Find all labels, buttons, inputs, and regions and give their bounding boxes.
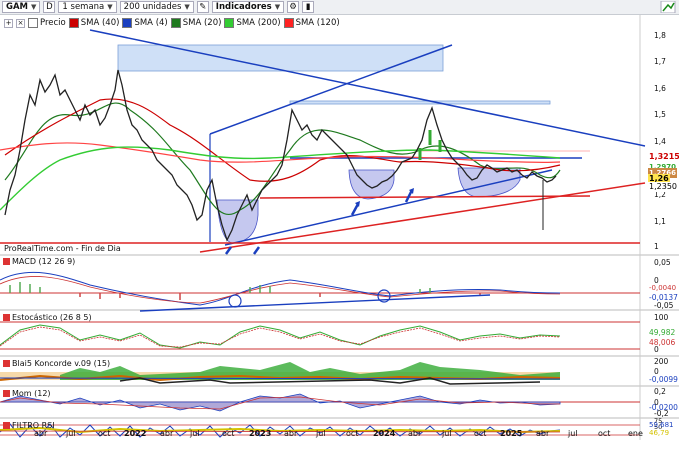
resistance-zone[interactable] bbox=[117, 44, 444, 72]
price-axis[interactable]: 1,8 1,7 1,6 1,5 1,4 1,2 1,1 1 bbox=[640, 15, 679, 255]
stochastic-k-value: 49,982 bbox=[649, 328, 676, 337]
price-chart[interactable] bbox=[0, 0, 679, 467]
axis-tick: 2022 bbox=[124, 429, 147, 438]
macd-panel-title[interactable]: MACD (12 26 9) bbox=[3, 257, 75, 266]
arrow-icon bbox=[252, 246, 261, 255]
macd-value: -0,0040 bbox=[649, 284, 677, 292]
axis-tick: 1 bbox=[654, 242, 659, 251]
axis-tick: oct bbox=[222, 429, 235, 438]
price-value: 1,3215 bbox=[648, 152, 679, 162]
axis-tick: jul bbox=[316, 429, 326, 438]
axis-tick: abr bbox=[284, 429, 298, 438]
axis-tick: oct bbox=[346, 429, 359, 438]
base-zone bbox=[348, 169, 395, 200]
axis-tick: jul bbox=[190, 429, 200, 438]
koncorde-value: -0,0099 bbox=[649, 375, 678, 384]
axis-tick: abr bbox=[160, 429, 174, 438]
axis-tick: 1,6 bbox=[654, 84, 666, 93]
base-zone bbox=[216, 199, 259, 244]
trend-line[interactable] bbox=[199, 182, 646, 253]
momentum-value: -0,0200 bbox=[649, 403, 678, 412]
koncorde-panel-title[interactable]: Blai5 Koncorde v.09 (15) bbox=[3, 359, 110, 368]
axis-tick: jul bbox=[568, 429, 578, 438]
axis-tick: abr bbox=[408, 429, 422, 438]
axis-tick: jul bbox=[442, 429, 452, 438]
axis-tick: 2025 bbox=[500, 429, 523, 438]
momentum-panel-title[interactable]: Mom (12) bbox=[3, 389, 51, 398]
axis-tick: oct bbox=[598, 429, 611, 438]
source-label: ProRealTime.com - Fin de Dia bbox=[4, 244, 121, 253]
axis-tick: 2024 bbox=[373, 429, 396, 438]
axis-tick: oct bbox=[474, 429, 487, 438]
axis-tick: 1,4 bbox=[654, 137, 666, 146]
price-line bbox=[4, 69, 557, 242]
time-axis[interactable]: abr jul oct 2022 abr jul oct 2023 abr ju… bbox=[0, 429, 643, 441]
price-value: 1,2350 bbox=[648, 182, 678, 192]
axis-tick: abr bbox=[536, 429, 550, 438]
macd-signal-value: -0,0137 bbox=[649, 293, 678, 302]
axis-tick: oct bbox=[98, 429, 111, 438]
axis-tick: 2023 bbox=[249, 429, 272, 438]
axis-tick: jul bbox=[66, 429, 76, 438]
axis-tick: 1,7 bbox=[654, 57, 666, 66]
horizontal-line[interactable] bbox=[259, 195, 591, 199]
axis-tick: ene bbox=[628, 429, 643, 438]
axis-tick: 1,8 bbox=[654, 31, 666, 40]
stochastic-panel-title[interactable]: Estocástico (26 8 5) bbox=[3, 313, 92, 322]
axis-tick: 1,1 bbox=[654, 217, 666, 226]
axis-tick: abr bbox=[34, 429, 48, 438]
rsi-signal-value: 46,79 bbox=[649, 429, 670, 437]
stochastic-d-value: 48,006 bbox=[649, 338, 676, 347]
arrow-icon bbox=[350, 203, 360, 216]
base-zone bbox=[457, 167, 521, 198]
axis-tick: 1,5 bbox=[654, 110, 666, 119]
resistance-zone[interactable] bbox=[289, 100, 551, 105]
